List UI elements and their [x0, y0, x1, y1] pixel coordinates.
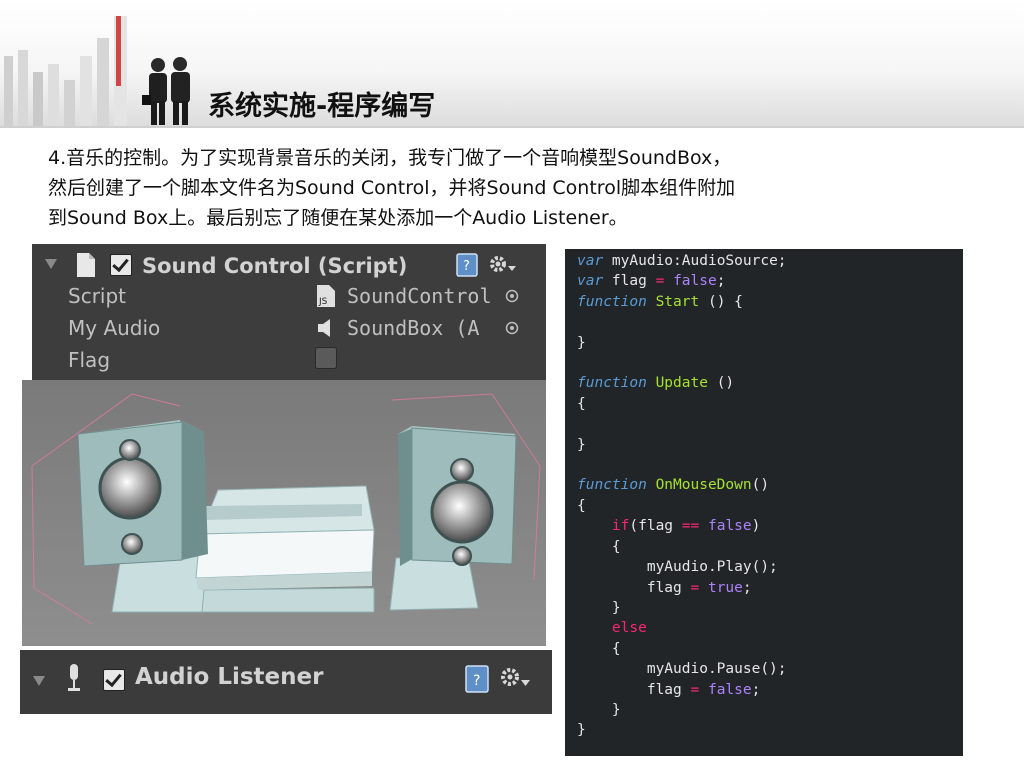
object-picker-icon[interactable] — [505, 289, 519, 303]
component-title: Sound Control (Script) — [142, 254, 408, 278]
businessmen-icon — [142, 57, 190, 125]
bar-chart-logo-icon — [4, 16, 127, 128]
header-band: 系统实施-程序编写 — [0, 0, 1024, 128]
code-line: function OnMouseDown() — [577, 477, 770, 494]
code-line: { — [577, 497, 586, 514]
code-line: } — [577, 701, 621, 718]
component-title: Audio Listener — [135, 664, 324, 690]
audio-listener-inspector: Audio Listener ? — [20, 650, 552, 714]
gear-icon[interactable] — [487, 252, 517, 276]
code-line: } — [577, 722, 586, 739]
code-editor[interactable]: var myAudio:AudioSource; var flag = false… — [565, 249, 963, 756]
code-block: var myAudio:AudioSource; var flag = false… — [577, 251, 787, 741]
foldout-triangle-icon[interactable] — [44, 257, 58, 271]
help-book-icon[interactable]: ? — [456, 253, 478, 277]
code-line: flag = true; — [577, 579, 752, 596]
code-line: myAudio.Pause(); — [577, 661, 787, 678]
code-line: var myAudio:AudioSource; — [577, 253, 787, 269]
js-file-icon: JS — [317, 285, 335, 307]
code-line: flag = false; — [577, 681, 761, 698]
speaker-icon — [318, 319, 330, 337]
code-line: myAudio.Play(); — [577, 559, 778, 576]
field-label-my-audio: My Audio — [68, 316, 161, 340]
svg-text:?: ? — [463, 259, 470, 274]
code-line: } — [577, 436, 586, 453]
object-picker-icon[interactable] — [505, 321, 519, 335]
field-label-script: Script — [68, 284, 127, 308]
paragraph-line: 到Sound Box上。最后别忘了随便在某处添加一个Audio Listener… — [48, 207, 628, 229]
scene-view-soundbox[interactable] — [22, 380, 546, 646]
field-value-my-audio[interactable]: SoundBox (A — [347, 316, 479, 340]
foldout-triangle-icon[interactable] — [32, 674, 46, 688]
code-line: var flag = false; — [577, 273, 726, 290]
paragraph-line: 4.音乐的控制。为了实现背景音乐的关闭，我专门做了一个音响模型SoundBox， — [48, 147, 732, 169]
sound-control-inspector: Sound Control (Script) ? Script JS Sound… — [32, 244, 546, 390]
code-line: { — [577, 395, 586, 412]
gear-icon[interactable] — [498, 664, 532, 692]
soundbox-model-image — [22, 380, 546, 646]
header-divider — [0, 126, 1024, 128]
component-enabled-checkbox[interactable] — [110, 254, 132, 276]
code-line: function Update () — [577, 375, 735, 392]
code-line: } — [577, 599, 621, 616]
code-line: function Start () { — [577, 293, 743, 310]
audio-listener-enabled-checkbox[interactable] — [103, 669, 125, 691]
svg-text:JS: JS — [318, 297, 328, 307]
svg-text:?: ? — [473, 673, 480, 689]
field-value-script[interactable]: SoundControl — [347, 284, 492, 308]
code-line: else — [611, 620, 647, 637]
code-line: { — [577, 538, 621, 555]
code-line: if(flag == false) — [611, 518, 761, 535]
help-book-icon[interactable]: ? — [465, 665, 489, 693]
script-file-icon — [77, 253, 95, 277]
code-line: { — [577, 640, 621, 657]
description-paragraph: 4.音乐的控制。为了实现背景音乐的关闭，我专门做了一个音响模型SoundBox，… — [48, 143, 968, 233]
flag-checkbox[interactable] — [315, 347, 337, 369]
paragraph-line: 然后创建了一个脚本文件名为Sound Control，并将Sound Contr… — [48, 177, 736, 199]
page-title: 系统实施-程序编写 — [208, 91, 436, 122]
code-line: } — [577, 334, 586, 351]
field-label-flag: Flag — [68, 348, 111, 372]
microphone-icon — [68, 664, 80, 691]
